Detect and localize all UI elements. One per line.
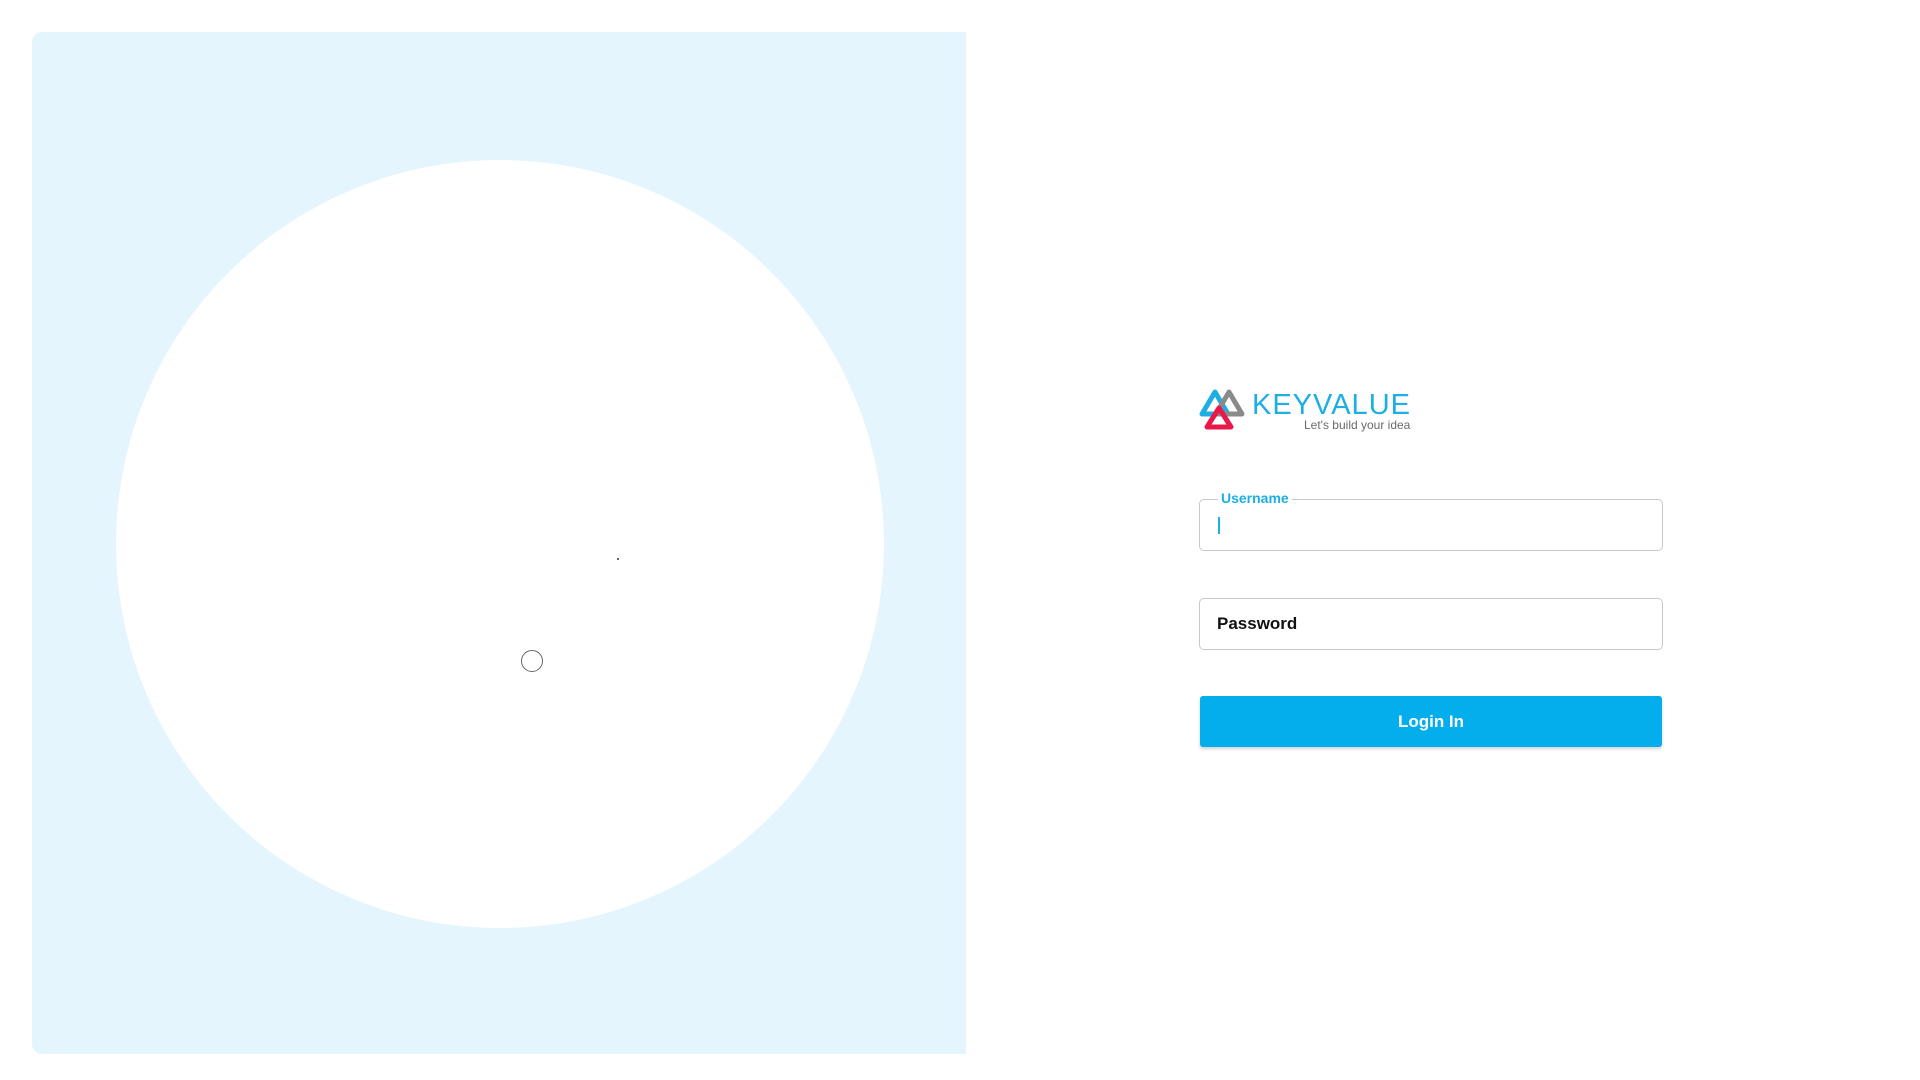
password-field[interactable]: Password bbox=[1199, 598, 1663, 650]
username-field[interactable]: Username bbox=[1199, 490, 1663, 551]
login-button[interactable]: Login In bbox=[1200, 696, 1662, 747]
keyvalue-triangles-logo-icon bbox=[1199, 389, 1245, 430]
login-page: KEYVALUE Let's build your idea Username … bbox=[0, 0, 1920, 1080]
text-cursor bbox=[1218, 517, 1220, 534]
illustration-circle bbox=[116, 160, 884, 928]
illustration-panel bbox=[32, 32, 966, 1054]
username-label: Username bbox=[1218, 490, 1292, 506]
brand-logo: KEYVALUE Let's build your idea bbox=[1198, 383, 1411, 433]
illustration-dot bbox=[617, 558, 619, 560]
password-label: Password bbox=[1217, 614, 1298, 633]
brand-tagline: Let's build your idea bbox=[1304, 418, 1411, 432]
loading-ring-icon bbox=[521, 650, 543, 672]
